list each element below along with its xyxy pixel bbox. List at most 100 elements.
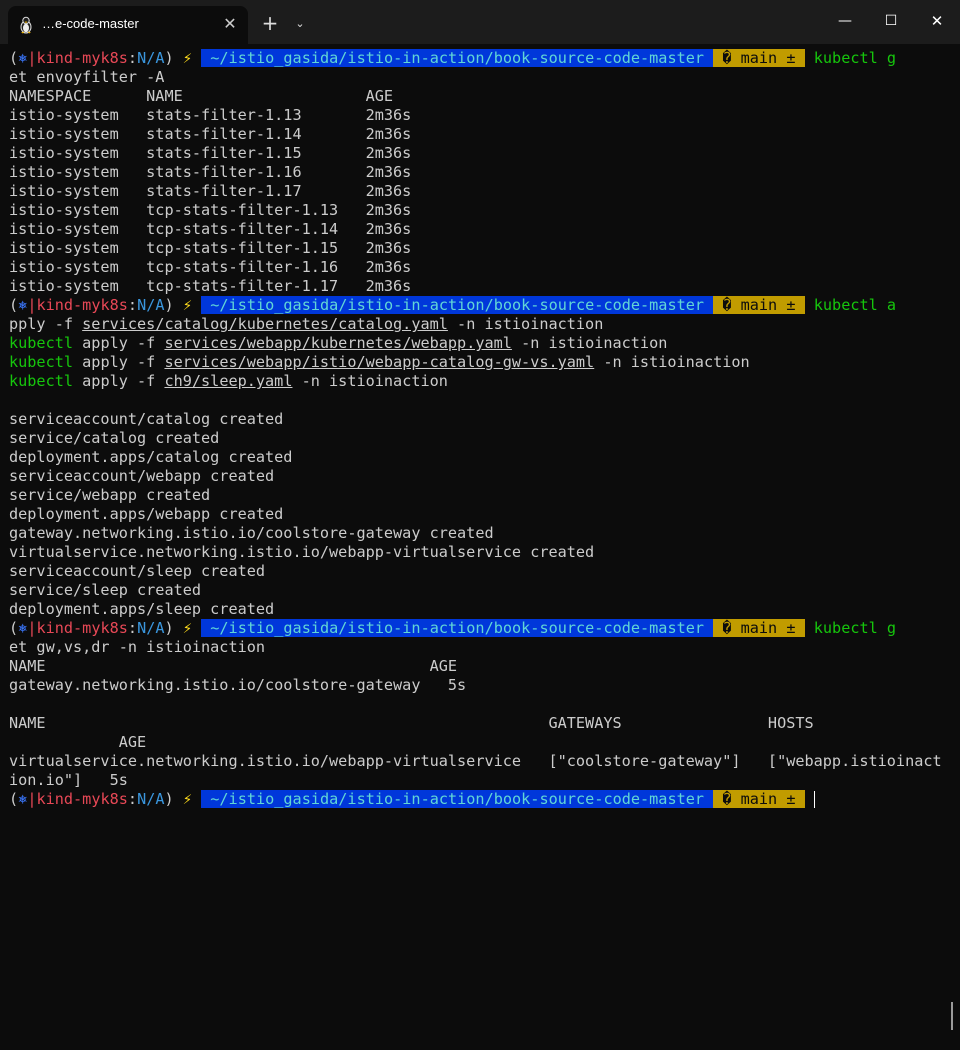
prompt-colon: : [127, 619, 138, 637]
prompt-path: ~/istio_gasida/istio-in-action/book-sour… [201, 790, 714, 808]
prompt-line: (⎈|kind-myk8s:N/A) ⚡ ~/istio_gasida/isti… [9, 619, 949, 638]
prompt-path: ~/istio_gasida/istio-in-action/book-sour… [201, 49, 714, 67]
kube-namespace: N/A [137, 619, 165, 637]
tab-close-icon[interactable]: ✕ [220, 12, 240, 36]
prompt-line: (⎈|kind-myk8s:N/A) ⚡ ~/istio_gasida/isti… [9, 49, 949, 68]
output-line: deployment.apps/sleep created [9, 600, 275, 618]
output-line: service/webapp created [9, 486, 211, 504]
table-row: istio-system stats-filter-1.17 2m36s [9, 182, 412, 200]
prompt-open-paren: ( [9, 790, 19, 808]
prompt-open-paren: ( [9, 296, 19, 314]
kube-context: kind-myk8s [36, 790, 128, 808]
kube-context: kind-myk8s [36, 49, 128, 67]
command-wrap: et gw,vs,dr -n istioinaction [9, 638, 266, 656]
command-text: apply -f [73, 372, 165, 390]
prompt-line: (⎈|kind-myk8s:N/A) ⚡ ~/istio_gasida/isti… [9, 790, 949, 809]
command-text: pply -f [9, 315, 83, 333]
prompt-close-paren: ) [164, 619, 174, 637]
table-header-wrap: AGE [9, 733, 147, 751]
terminal-output[interactable]: (⎈|kind-myk8s:N/A) ⚡ ~/istio_gasida/isti… [9, 49, 949, 1044]
command-text: kubectl a [813, 296, 897, 314]
table-row: istio-system tcp-stats-filter-1.16 2m36s [9, 258, 412, 276]
text-cursor[interactable] [813, 791, 815, 808]
command-text: -n istioinaction [447, 315, 604, 333]
git-branch: � main ± [713, 49, 805, 67]
table-header: NAME GATEWAYS HOSTS [9, 714, 814, 732]
output-line: deployment.apps/catalog created [9, 448, 293, 466]
tab-title: …e-code-master [42, 16, 139, 31]
maximize-icon[interactable]: ☐ [868, 0, 914, 42]
kube-namespace: N/A [137, 790, 165, 808]
prompt-close-paren: ) [164, 790, 174, 808]
command-line: kubectl apply -f services/webapp/istio/w… [9, 353, 949, 372]
linux-penguin-icon [20, 16, 32, 34]
prompt-path: ~/istio_gasida/istio-in-action/book-sour… [201, 619, 714, 637]
lightning-icon: ⚡ [182, 619, 192, 637]
scrollbar[interactable] [951, 1002, 953, 1030]
kubernetes-icon: ⎈ [18, 790, 28, 808]
command-line: kubectl apply -f ch9/sleep.yaml -n istio… [9, 372, 949, 391]
prompt-open-paren: ( [9, 619, 19, 637]
kube-namespace: N/A [137, 49, 165, 67]
table-row: istio-system tcp-stats-filter-1.15 2m36s [9, 239, 412, 257]
window-close-icon[interactable]: ✕ [914, 0, 960, 42]
terminal-tab[interactable]: …e-code-master ✕ [8, 6, 248, 44]
prompt-close-paren: ) [164, 49, 174, 67]
kube-namespace: N/A [137, 296, 165, 314]
title-bar: …e-code-master ✕ + ⌄ — ☐ ✕ [0, 0, 960, 44]
output-line: serviceaccount/sleep created [9, 562, 266, 580]
output-line: service/sleep created [9, 581, 202, 599]
lightning-icon: ⚡ [182, 296, 192, 314]
prompt-open-paren: ( [9, 49, 19, 67]
kube-context: kind-myk8s [36, 619, 128, 637]
prompt-path: ~/istio_gasida/istio-in-action/book-sour… [201, 296, 714, 314]
table-header: NAMESPACE NAME AGE [9, 87, 394, 105]
command-text: apply -f [73, 334, 165, 352]
git-branch: � main ± [713, 619, 805, 637]
output-line: deployment.apps/webapp created [9, 505, 284, 523]
file-path: services/webapp/kubernetes/webapp.yaml [164, 334, 512, 352]
output-line: virtualservice.networking.istio.io/webap… [9, 543, 595, 561]
prompt-colon: : [127, 49, 138, 67]
command-name: kubectl [9, 334, 74, 352]
git-branch: � main ± [713, 296, 805, 314]
output-line: serviceaccount/webapp created [9, 467, 275, 485]
kubernetes-icon: ⎈ [18, 296, 28, 314]
table-row: istio-system stats-filter-1.14 2m36s [9, 125, 412, 143]
kube-context: kind-myk8s [36, 296, 128, 314]
prompt-colon: : [127, 790, 138, 808]
command-text: -n istioinaction [511, 334, 668, 352]
output-line: gateway.networking.istio.io/coolstore-ga… [9, 524, 494, 542]
command-name: kubectl [9, 353, 74, 371]
command-line: kubectl apply -f services/webapp/kuberne… [9, 334, 949, 353]
kubernetes-icon: ⎈ [18, 619, 28, 637]
table-row: istio-system stats-filter-1.16 2m36s [9, 163, 412, 181]
table-row: istio-system tcp-stats-filter-1.13 2m36s [9, 201, 412, 219]
command-text: kubectl g [813, 49, 897, 67]
prompt-line: (⎈|kind-myk8s:N/A) ⚡ ~/istio_gasida/isti… [9, 296, 949, 315]
new-tab-icon[interactable]: + [258, 12, 282, 36]
git-branch: � main ± [713, 790, 805, 808]
output-line: serviceaccount/catalog created [9, 410, 284, 428]
command-name: kubectl [9, 372, 74, 390]
table-header: NAME AGE [9, 657, 458, 675]
command-text: apply -f [73, 353, 165, 371]
command-text: -n istioinaction [594, 353, 750, 371]
command-text: -n istioinaction [292, 372, 448, 390]
table-row-wrap: ion.io"] 5s [9, 771, 128, 789]
prompt-colon: : [127, 296, 138, 314]
command-line: pply -f services/catalog/kubernetes/cata… [9, 315, 949, 334]
minimize-icon[interactable]: — [822, 0, 868, 42]
table-row: istio-system stats-filter-1.15 2m36s [9, 144, 412, 162]
file-path: services/webapp/istio/webapp-catalog-gw-… [164, 353, 595, 371]
table-row: istio-system stats-filter-1.13 2m36s [9, 106, 412, 124]
command-text: kubectl g [813, 619, 897, 637]
table-row: virtualservice.networking.istio.io/webap… [9, 752, 942, 770]
chevron-down-icon[interactable]: ⌄ [290, 12, 310, 36]
table-row: istio-system tcp-stats-filter-1.17 2m36s [9, 277, 412, 295]
kubernetes-icon: ⎈ [18, 49, 28, 67]
table-row: istio-system tcp-stats-filter-1.14 2m36s [9, 220, 412, 238]
table-row: gateway.networking.istio.io/coolstore-ga… [9, 676, 467, 694]
